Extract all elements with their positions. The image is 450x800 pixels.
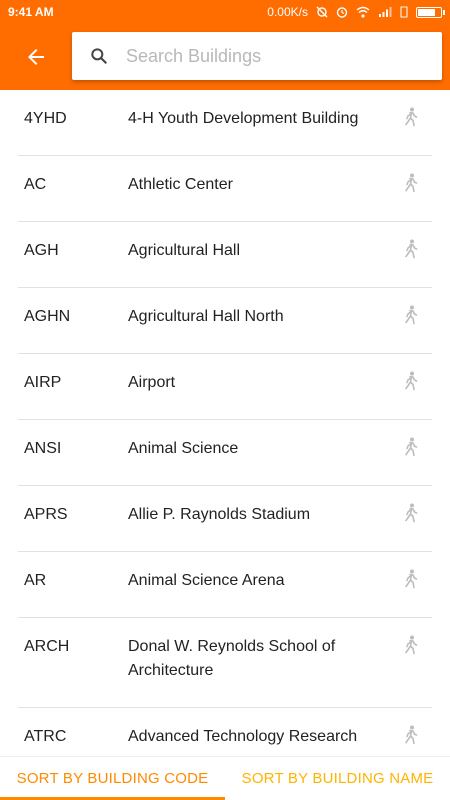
building-row[interactable]: AGH Agricultural Hall [18, 222, 432, 288]
walking-directions-icon[interactable] [404, 107, 418, 135]
status-icons: 0.00K/s [267, 5, 445, 19]
building-code: APRS [24, 506, 68, 523]
building-name: Animal Science [128, 440, 239, 457]
walking-directions-icon[interactable] [404, 371, 418, 399]
building-name: 4-H Youth Development Building [128, 110, 359, 127]
walking-directions-icon[interactable] [404, 239, 418, 267]
building-name: Allie P. Raynolds Stadium [128, 506, 311, 523]
building-code: ANSI [24, 440, 62, 457]
wifi-icon [356, 6, 370, 18]
walking-directions-icon[interactable] [404, 173, 418, 201]
building-row[interactable]: AR Animal Science Arena [18, 552, 432, 618]
building-row[interactable]: 4YHD 4-H Youth Development Building [18, 90, 432, 156]
building-name: Agricultural Hall [128, 242, 241, 259]
status-bar: 9:41 AM 0.00K/s [0, 0, 450, 24]
arrow-back-icon[interactable] [24, 45, 48, 69]
building-list[interactable]: 4YHD 4-H Youth Development Building AC Athl… [0, 90, 450, 756]
building-code: ARCH [24, 638, 70, 655]
search-icon [72, 46, 126, 66]
building-row[interactable]: AIRP Airport [18, 354, 432, 420]
walking-directions-icon[interactable] [404, 569, 418, 597]
battery-icon [416, 6, 445, 18]
building-code: AIRP [24, 374, 62, 391]
back-button[interactable] [16, 40, 56, 74]
building-name: Donal W. Reynolds School of Architecture [128, 638, 336, 679]
tab-sort-by-building-code[interactable]: SORT BY BUILDING CODE [0, 757, 225, 800]
search-bar[interactable] [72, 32, 442, 80]
sync-off-icon [316, 6, 328, 18]
signal-icon [379, 7, 392, 17]
walking-directions-icon[interactable] [404, 635, 418, 663]
building-row[interactable]: APRS Allie P. Raynolds Stadium [18, 486, 432, 552]
walking-directions-icon[interactable] [404, 503, 418, 531]
search-input[interactable] [126, 45, 426, 67]
app-bar [0, 24, 450, 90]
tab-sort-by-building-name[interactable]: SORT BY BUILDING NAME [225, 757, 450, 800]
building-row[interactable]: AGHN Agricultural Hall North [18, 288, 432, 354]
building-row[interactable]: ATRC Advanced Technology Research [18, 708, 432, 756]
sort-tabs: SORT BY BUILDING CODE SORT BY BUILDING N… [0, 756, 450, 800]
building-name: Athletic Center [128, 176, 233, 193]
building-code: AGH [24, 242, 59, 259]
building-name: Advanced Technology Research [128, 728, 358, 745]
building-code: ATRC [24, 728, 67, 745]
building-code: 4YHD [24, 110, 67, 127]
building-code: AR [24, 572, 47, 589]
building-row[interactable]: AC Athletic Center [18, 156, 432, 222]
walking-directions-icon[interactable] [404, 437, 418, 465]
no-sim-icon [400, 6, 408, 18]
building-code: AC [24, 176, 47, 193]
building-row[interactable]: ARCH Donal W. Reynolds School of Architec… [18, 618, 432, 708]
building-name: Airport [128, 374, 176, 391]
building-code: AGHN [24, 308, 71, 325]
network-speed: 0.00K/s [267, 5, 308, 19]
building-name: Animal Science Arena [128, 572, 285, 589]
alarm-icon [336, 7, 348, 18]
walking-directions-icon[interactable] [404, 725, 418, 753]
walking-directions-icon[interactable] [404, 305, 418, 333]
building-name: Agricultural Hall North [128, 308, 284, 325]
status-time: 9:41 AM [8, 5, 54, 19]
building-row[interactable]: ANSI Animal Science [18, 420, 432, 486]
